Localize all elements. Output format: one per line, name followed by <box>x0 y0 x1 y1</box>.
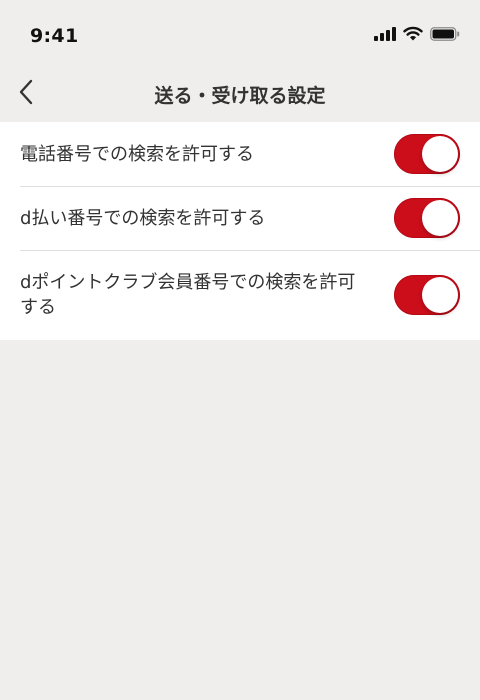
toggle-knob <box>422 136 458 172</box>
battery-icon <box>430 26 460 41</box>
settings-list: 電話番号での検索を許可する d払い番号での検索を許可する dポイントクラブ会員番… <box>0 122 480 340</box>
phone-search-toggle[interactable] <box>394 134 460 174</box>
status-icons <box>374 26 460 41</box>
setting-label: d払い番号での検索を許可する <box>20 207 266 229</box>
status-bar: 9:41 <box>0 0 480 68</box>
setting-label: 電話番号での検索を許可する <box>20 143 254 165</box>
toggle-knob <box>422 277 458 313</box>
back-button[interactable] <box>6 74 46 114</box>
navigation-bar: 送る・受け取る設定 <box>0 68 480 122</box>
setting-row-dpay-search: d払い番号での検索を許可する <box>0 186 480 250</box>
dpoint-search-toggle[interactable] <box>394 275 460 315</box>
page-title: 送る・受け取る設定 <box>154 85 326 107</box>
setting-row-phone-search: 電話番号での検索を許可する <box>0 122 480 186</box>
status-time: 9:41 <box>30 25 79 47</box>
dpay-search-toggle[interactable] <box>394 198 460 238</box>
wifi-icon <box>403 26 423 41</box>
toggle-knob <box>422 200 458 236</box>
setting-row-dpoint-search: dポイントクラブ会員番号での検索を許可する <box>0 250 480 340</box>
signal-icon <box>374 26 396 41</box>
setting-label: dポイントクラブ会員番号での検索を許可する <box>20 272 356 318</box>
chevron-left-icon <box>18 79 34 109</box>
